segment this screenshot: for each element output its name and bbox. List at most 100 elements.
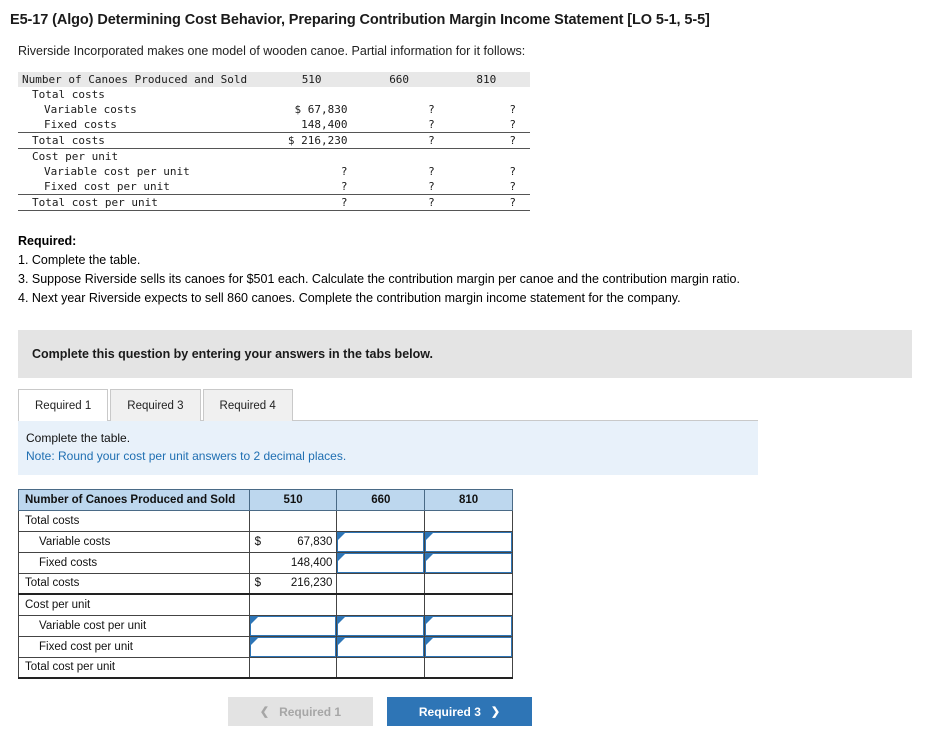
given-row-variable-costs: Variable costs $ 67,830 ? ? (18, 102, 530, 117)
answer-input-vcpu-810[interactable] (424, 614, 513, 637)
given-data-table: Number of Canoes Produced and Sold 510 6… (0, 58, 930, 211)
answer-header-col-660: 660 (336, 488, 426, 511)
answer-cell-blank (336, 509, 426, 532)
required-heading: Required: (18, 234, 77, 248)
answer-input-fcpu-510[interactable] (248, 635, 338, 658)
input-field[interactable] (425, 552, 512, 573)
row-c1: ? (267, 194, 356, 211)
tab-required-4[interactable]: Required 4 (202, 388, 293, 421)
answer-cell-variable-510: $ 67,830 (248, 530, 338, 553)
given-row-cost-per-unit-group: Cost per unit (18, 149, 530, 165)
answer-input-vcpu-510[interactable] (248, 614, 338, 637)
input-field[interactable] (337, 636, 425, 657)
required-item-1: 1. Complete the table. (18, 253, 141, 268)
row-c1: 148,400 (267, 117, 356, 133)
given-table: Number of Canoes Produced and Sold 510 6… (18, 72, 530, 211)
row-label: Total cost per unit (18, 194, 268, 211)
row-c2: ? (428, 165, 435, 178)
input-field[interactable] (425, 615, 512, 636)
row-c3: ? (509, 103, 516, 116)
input-field[interactable] (425, 531, 512, 552)
answer-cell-blank (248, 593, 338, 616)
row-label: Fixed cost per unit (18, 179, 268, 195)
next-required-label: Required 3 (418, 704, 481, 719)
answer-input-fixed-810[interactable] (424, 551, 513, 574)
row-label: Total costs (32, 88, 105, 101)
task-instruction-panel: Complete the table. Note: Round your cos… (18, 420, 758, 475)
tab-bar: Required 1 Required 3 Required 4 (18, 388, 758, 421)
currency-symbol: $ (254, 535, 262, 548)
answer-row-label: Total costs (18, 509, 250, 532)
input-field[interactable] (249, 636, 337, 657)
given-row-total-costs-group: Total costs (18, 87, 530, 102)
table-row: Total costs (18, 509, 513, 532)
row-c3: ? (509, 165, 516, 178)
previous-required-button[interactable]: ❮ Required 1 (228, 697, 373, 726)
navigation-buttons: ❮ Required 1 Required 3 ❯ (0, 697, 930, 726)
answer-value: 148,400 (290, 556, 333, 569)
tab-required-1[interactable]: Required 1 (18, 388, 109, 421)
currency-symbol: $ (254, 577, 262, 590)
intro-text: Riverside Incorporated makes one model o… (18, 44, 526, 58)
next-required-button[interactable]: Required 3 ❯ (387, 697, 532, 726)
row-c1: $ 216,230 (267, 132, 356, 149)
input-field[interactable] (337, 531, 425, 552)
answer-cell-total-810 (424, 572, 513, 595)
answer-input-variable-660[interactable] (336, 530, 426, 553)
row-label: Cost per unit (32, 150, 119, 163)
answer-input-vcpu-660[interactable] (336, 614, 426, 637)
required-item-3: 3. Suppose Riverside sells its canoes fo… (18, 272, 740, 287)
answer-value: 216,230 (290, 577, 333, 590)
row-label: Fixed costs (18, 117, 268, 133)
row-c3 (443, 149, 530, 165)
row-c2: ? (355, 117, 443, 133)
answer-cell-tcpu-810 (424, 656, 513, 679)
answer-grid: Number of Canoes Produced and Sold 510 6… (18, 488, 513, 679)
answer-input-fcpu-810[interactable] (424, 635, 513, 658)
input-field[interactable] (337, 552, 425, 573)
previous-required-label: Required 1 (279, 704, 342, 719)
row-c2: ? (428, 103, 435, 116)
answer-row-label: Variable costs (18, 530, 250, 553)
row-c3: ? (442, 132, 530, 149)
row-c2: ? (355, 194, 443, 211)
instructions-banner: Complete this question by entering your … (18, 329, 912, 378)
answer-cell-blank (424, 593, 513, 616)
answer-input-variable-810[interactable] (424, 530, 513, 553)
answer-cell-blank (336, 593, 426, 616)
exercise-page: E5-17 (Algo) Determining Cost Behavior, … (0, 0, 930, 743)
answer-input-fixed-660[interactable] (336, 551, 426, 574)
row-c1 (268, 87, 356, 102)
given-row-total-cost-per-unit: Total cost per unit ? ? ? (18, 194, 530, 211)
input-field[interactable] (425, 636, 512, 657)
answer-header-col-810: 810 (424, 488, 513, 511)
row-label: Total costs (18, 132, 268, 149)
answer-row-label: Fixed cost per unit (18, 635, 250, 658)
required-section: Required: 1. Complete the table. 3. Supp… (0, 211, 930, 308)
row-c2: ? (355, 179, 443, 195)
given-row-fixed-costs: Fixed costs 148,400 ? ? (18, 117, 530, 133)
answer-value-wrap: $ 67,830 (250, 532, 337, 552)
row-label: Variable costs (44, 103, 137, 116)
tab-required-3[interactable]: Required 3 (110, 388, 201, 421)
row-c1 (268, 149, 356, 165)
answer-cell-total-510: $ 216,230 (248, 572, 338, 595)
answer-row-label: Total costs (18, 572, 250, 595)
required-item-4: 4. Next year Riverside expects to sell 8… (18, 291, 681, 306)
given-header-label: Number of Canoes Produced and Sold (18, 72, 268, 87)
answer-grid-header-row: Number of Canoes Produced and Sold 510 6… (18, 488, 513, 511)
row-c3: ? (442, 179, 530, 195)
table-row: Total cost per unit (18, 656, 513, 679)
answer-input-fcpu-660[interactable] (336, 635, 426, 658)
table-row: Fixed costs 148,400 (18, 551, 513, 574)
input-field[interactable] (337, 615, 425, 636)
answer-row-label: Fixed costs (18, 551, 250, 574)
row-c1: ? (267, 179, 356, 195)
answer-cell-tcpu-510 (248, 656, 338, 679)
given-table-header-row: Number of Canoes Produced and Sold 510 6… (18, 72, 530, 87)
page-title: E5-17 (Algo) Determining Cost Behavior, … (10, 12, 710, 28)
chevron-right-icon: ❯ (490, 706, 501, 718)
answer-value: 67,830 (297, 535, 333, 548)
answer-cell-blank (424, 509, 513, 532)
input-field[interactable] (249, 615, 337, 636)
